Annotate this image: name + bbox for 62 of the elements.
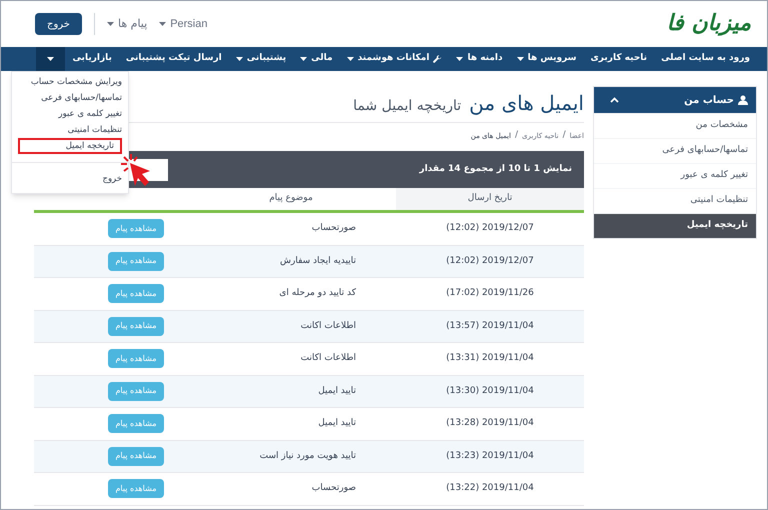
breadcrumb-separator: /	[514, 129, 518, 142]
page-title: ایمیل های من	[469, 90, 584, 117]
caret-icon	[516, 57, 524, 61]
nav-menu-item[interactable]: سرویس ها	[510, 47, 584, 71]
chevron-icon[interactable]	[610, 97, 619, 103]
table-cell-text: (12:02) 2019/12/07	[445, 222, 535, 235]
nav-menu-item[interactable]: ورود به سایت اصلی	[654, 47, 757, 71]
table-cell-text: (13:22) 2019/11/04	[445, 482, 535, 495]
caret-icon	[47, 57, 54, 61]
caret-icon	[300, 57, 308, 61]
caret-icon	[456, 57, 464, 61]
caret-icon	[106, 22, 114, 26]
table-cell-text: تایید هویت مورد نیاز است	[258, 450, 357, 462]
table-cell-text: (13:30) 2019/11/04	[445, 384, 535, 398]
table-cell-text: (13:23) 2019/11/04	[445, 450, 535, 462]
account-menu-toggle[interactable]	[36, 47, 66, 71]
table-cell-text: (13:31) 2019/11/04	[445, 352, 535, 365]
dropdown-menu-item[interactable]: تنظیمات امنیتی	[12, 122, 128, 138]
sidebar-item[interactable]: مشخصات من	[594, 113, 756, 138]
wrench-icon	[433, 54, 442, 64]
table-cell-text: تایید ایمیل	[317, 384, 357, 398]
nav-menu-item[interactable]: بازاریابی	[65, 47, 119, 71]
table-cell-text: تاییدیه ایجاد سفارش	[279, 254, 357, 268]
dropdown-menu-item[interactable]: ویرایش مشخصات حساب	[12, 74, 128, 90]
dropdown-menu-item[interactable]: تغییر کلمه ی عبور	[12, 106, 128, 122]
dropdown-menu-item[interactable]: تماسها/حسابهای فرعی	[12, 90, 128, 106]
logout-button[interactable]: خروج	[35, 13, 82, 35]
caret-icon	[236, 57, 243, 61]
page-subtitle: تاریخچه ایمیل شما	[353, 97, 462, 116]
table-cell-text: (17:02) 2019/11/26	[445, 287, 535, 300]
sidebar-item[interactable]: تاریخچه ایمیل	[594, 213, 756, 238]
nav-menu-item[interactable]: مالی	[293, 47, 340, 71]
table-summary: نمایش 1 تا 10 از مجموع 14 مقدار	[419, 162, 572, 176]
table-cell-text: تایید ایمیل	[317, 417, 357, 430]
language-dropdown[interactable]: Persian	[159, 16, 208, 32]
breadcrumb-separator: /	[562, 129, 566, 142]
table-cell-text: (12:02) 2019/12/07	[445, 254, 535, 268]
user-icon	[738, 95, 748, 105]
table-cell-text: کد تایید دو مرحله ای	[278, 287, 357, 300]
messages-dropdown[interactable]: پیام ها	[106, 16, 148, 32]
table-cell-text: (13:57) 2019/11/04	[445, 320, 535, 332]
nav-menu-item[interactable]: امکانات هوشمند	[340, 47, 450, 71]
nav-menu-item[interactable]: ارسال تیکت پشتیبانی	[118, 47, 229, 71]
table-cell-text: اطلاعات اکانت	[300, 320, 357, 332]
nav-menu-item[interactable]: ناحیه کاربری	[584, 47, 654, 71]
table-cell-text: (13:28) 2019/11/04	[445, 417, 535, 430]
sidebar-title: حساب من	[684, 94, 734, 108]
column-header[interactable]: موضوع پیام	[186, 188, 396, 210]
column-header[interactable]: تاریخ ارسال	[396, 188, 584, 210]
sidebar-item[interactable]: تغییر کلمه ی عبور	[594, 163, 756, 188]
caret-icon	[346, 57, 354, 61]
table-cell-text: صورتحساب	[310, 222, 357, 235]
nav-menu-item[interactable]: دامنه ها	[449, 47, 510, 71]
sidebar-header[interactable]: حساب من	[594, 87, 756, 113]
table-cell-text: اطلاعات اکانت	[300, 352, 357, 365]
dropdown-menu-item[interactable]: تاریخچه ایمیل	[18, 138, 122, 154]
nav-menu-item[interactable]: پشتیبانی	[228, 47, 294, 71]
site-logo[interactable]: میزبان فا	[666, 13, 751, 35]
table-cell-text: صورتحساب	[310, 482, 357, 495]
sidebar-item[interactable]: تماسها/حسابهای فرعی	[594, 138, 756, 163]
dropdown-menu-item[interactable]: خروج	[12, 171, 128, 187]
caret-icon	[159, 22, 166, 26]
